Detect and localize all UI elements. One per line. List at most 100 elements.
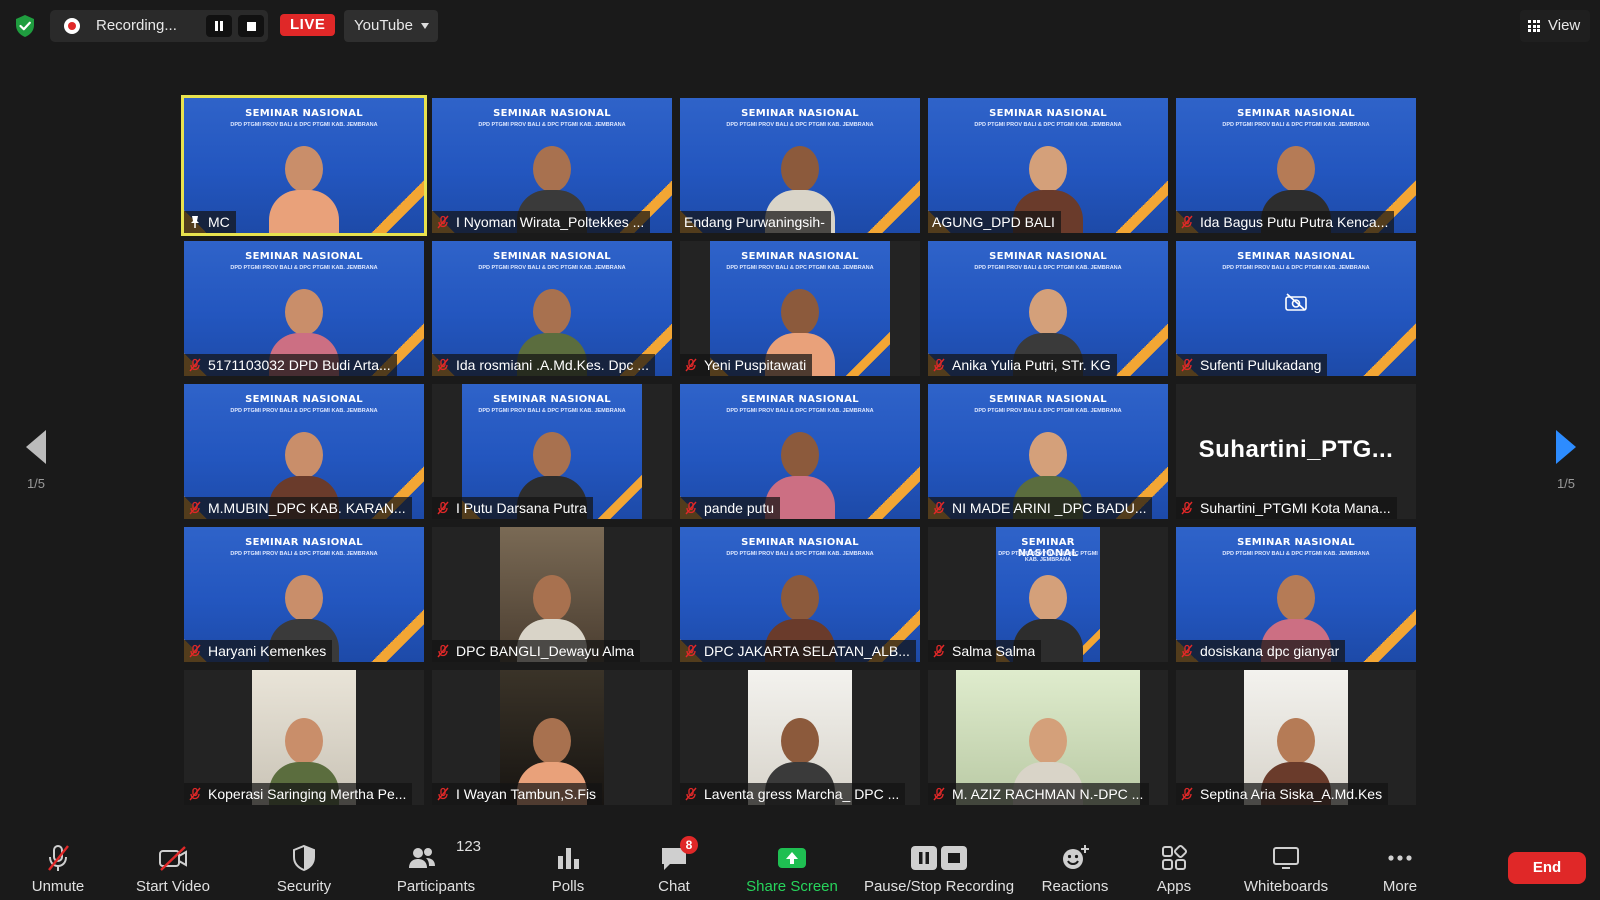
stop-recording-button[interactable] (238, 15, 264, 37)
participant-name-bar: pande putu (680, 497, 781, 519)
view-button[interactable]: View (1520, 10, 1590, 42)
next-page-button[interactable]: 1/5 (1546, 430, 1586, 491)
participant-tile[interactable]: I Wayan Tambun,S.Fis (432, 670, 672, 805)
banner-title: SEMINAR NASIONAL (245, 108, 363, 119)
participant-name: pande putu (704, 500, 775, 516)
participant-tile[interactable]: SEMINAR NASIONAL DPD PTGMI PROV BALI & DP… (928, 527, 1168, 662)
participant-name-bar: Anika Yulia Putri, STr. KG (928, 354, 1117, 376)
participant-tile[interactable]: Suhartini_PTG... Suhartini_PTGMI Kota Man… (1176, 384, 1416, 519)
live-badge[interactable]: LIVE (280, 14, 336, 36)
participant-name: NI MADE ARINI _DPC BADU... (952, 500, 1147, 516)
participant-name-bar: Suhartini_PTGMI Kota Mana... (1176, 497, 1397, 519)
participant-name: MC (208, 214, 230, 230)
participant-tile[interactable]: SEMINAR NASIONAL DPD PTGMI PROV BALI & DP… (1176, 98, 1416, 233)
microphone-muted-icon (189, 787, 201, 801)
recording-dot-icon (64, 18, 80, 34)
microphone-muted-icon (1181, 501, 1193, 515)
participant-tile[interactable]: SEMINAR NASIONAL DPD PTGMI PROV BALI & DP… (184, 384, 424, 519)
participant-name-bar: DPC BANGLI_Dewayu Alma (432, 640, 641, 662)
participant-name-bar: 5171103032 DPD Budi Arta... (184, 354, 397, 376)
banner-subtitle: DPD PTGMI PROV BALI & DPC PTGMI KAB. JEM… (974, 122, 1122, 128)
banner-title: SEMINAR NASIONAL (989, 394, 1107, 405)
pause-recording-button[interactable] (206, 15, 232, 37)
participant-tile[interactable]: SEMINAR NASIONAL DPD PTGMI PROV BALI & DP… (432, 98, 672, 233)
more-label: More (1382, 878, 1418, 895)
banner-subtitle: DPD PTGMI PROV BALI & DPC PTGMI KAB. JEM… (230, 408, 378, 414)
participant-tile[interactable]: SEMINAR NASIONAL DPD PTGMI PROV BALI & DP… (181, 95, 427, 236)
participant-tile[interactable]: SEMINAR NASIONAL DPD PTGMI PROV BALI & DP… (680, 241, 920, 376)
share-screen-button[interactable]: Share Screen (740, 820, 844, 900)
participant-name-bar: DPC JAKARTA SELATAN_ALB... (680, 640, 916, 662)
banner-subtitle: DPD PTGMI PROV BALI & DPC PTGMI KAB. JEM… (478, 122, 626, 128)
apps-button[interactable]: Apps (1134, 820, 1214, 900)
participant-tile[interactable]: SEMINAR NASIONAL DPD PTGMI PROV BALI & DP… (928, 98, 1168, 233)
participant-tile[interactable]: Septina Aria Siska_A.Md.Kes (1176, 670, 1416, 805)
microphone-muted-icon (1181, 787, 1193, 801)
participants-count: 123 (456, 838, 482, 855)
apps-icon (1162, 844, 1188, 870)
participant-tile[interactable]: Laventa gress Marcha_ DPC ... (680, 670, 920, 805)
participant-tile[interactable]: M. AZIZ RACHMAN N.-DPC ... (928, 670, 1168, 805)
participants-button[interactable]: 123 Participants (386, 820, 486, 900)
whiteboards-button[interactable]: Whiteboards (1236, 820, 1336, 900)
banner-subtitle: DPD PTGMI PROV BALI & DPC PTGMI KAB. JEM… (726, 551, 874, 557)
participant-name: DPC JAKARTA SELATAN_ALB... (704, 643, 910, 659)
participant-tile[interactable]: DPC BANGLI_Dewayu Alma (432, 527, 672, 662)
start-video-button[interactable]: Start Video (126, 820, 220, 900)
encryption-shield-icon[interactable] (14, 14, 36, 38)
participant-tile[interactable]: SEMINAR NASIONAL DPD PTGMI PROV BALI & DP… (680, 98, 920, 233)
participant-tile[interactable]: SEMINAR NASIONAL DPD PTGMI PROV BALI & DP… (432, 241, 672, 376)
participant-name: Septina Aria Siska_A.Md.Kes (1200, 786, 1383, 802)
more-ellipsis-icon (1388, 855, 1412, 861)
pause-icon (215, 21, 223, 31)
pause-stop-recording-icon (911, 846, 967, 870)
banner-title: SEMINAR NASIONAL (1237, 537, 1355, 548)
microphone-muted-icon (189, 358, 201, 372)
banner-subtitle: DPD PTGMI PROV BALI & DPC PTGMI KAB. JEM… (974, 408, 1122, 414)
participant-tile[interactable]: SEMINAR NASIONAL DPD PTGMI PROV BALI & DP… (184, 241, 424, 376)
participant-tile[interactable]: SEMINAR NASIONAL DPD PTGMI PROV BALI & DP… (928, 384, 1168, 519)
more-button[interactable]: More (1364, 820, 1436, 900)
stream-target-label: YouTube (354, 17, 413, 34)
banner-subtitle: DPD PTGMI PROV BALI & DPC PTGMI KAB. JEM… (230, 122, 378, 128)
participant-tile[interactable]: Koperasi Saringing Mertha Pe... (184, 670, 424, 805)
end-meeting-button[interactable]: End (1508, 852, 1586, 884)
participant-name: I Wayan Tambun,S.Fis (456, 786, 597, 802)
participant-tile[interactable]: SEMINAR NASIONAL DPD PTGMI PROV BALI & DP… (1176, 527, 1416, 662)
microphone-muted-icon (685, 501, 697, 515)
participant-name: DPC BANGLI_Dewayu Alma (456, 643, 635, 659)
participant-name: M.MUBIN_DPC KAB. KARAN... (208, 500, 406, 516)
participant-name-bar: Septina Aria Siska_A.Md.Kes (1176, 783, 1389, 805)
polls-button[interactable]: Polls (530, 820, 606, 900)
chat-button[interactable]: 8 Chat (636, 820, 712, 900)
whiteboards-label: Whiteboards (1243, 878, 1329, 895)
reactions-smiley-icon (1063, 845, 1089, 869)
pause-stop-recording-button[interactable]: Pause/Stop Recording (856, 820, 1022, 900)
participant-name: Anika Yulia Putri, STr. KG (952, 357, 1111, 373)
microphone-muted-icon (437, 215, 449, 229)
participant-tile[interactable]: SEMINAR NASIONAL DPD PTGMI PROV BALI & DP… (432, 384, 672, 519)
participant-name: Salma Salma (952, 643, 1036, 659)
page-indicator-right: 1/5 (1556, 476, 1576, 491)
participant-name-bar: Salma Salma (928, 640, 1042, 662)
previous-page-button[interactable]: 1/5 (16, 430, 56, 491)
share-screen-icon (778, 848, 806, 868)
participant-name-bar: Haryani Kemenkes (184, 640, 333, 662)
banner-subtitle: DPD PTGMI PROV BALI & DPC PTGMI KAB. JEM… (478, 408, 626, 414)
participant-tile[interactable]: SEMINAR NASIONAL DPD PTGMI PROV BALI & DP… (680, 527, 920, 662)
chat-unread-badge: 8 (680, 836, 698, 854)
stream-target-dropdown[interactable]: YouTube (344, 10, 438, 42)
chat-label: Chat (658, 878, 690, 895)
banner-subtitle: DPD PTGMI PROV BALI & DPC PTGMI KAB. JEM… (1222, 265, 1370, 271)
participant-tile[interactable]: SEMINAR NASIONAL DPD PTGMI PROV BALI & DP… (1176, 241, 1416, 376)
participant-tile[interactable]: SEMINAR NASIONAL DPD PTGMI PROV BALI & DP… (680, 384, 920, 519)
security-label: Security (276, 878, 332, 895)
video-camera-off-icon (159, 846, 187, 871)
banner-subtitle: DPD PTGMI PROV BALI & DPC PTGMI KAB. JEM… (1222, 551, 1370, 557)
reactions-button[interactable]: Reactions (1034, 820, 1116, 900)
microphone-muted-icon (1181, 358, 1193, 372)
participant-tile[interactable]: SEMINAR NASIONAL DPD PTGMI PROV BALI & DP… (184, 527, 424, 662)
security-button[interactable]: Security (264, 820, 344, 900)
unmute-button[interactable]: Unmute (18, 820, 98, 900)
participant-tile[interactable]: SEMINAR NASIONAL DPD PTGMI PROV BALI & DP… (928, 241, 1168, 376)
